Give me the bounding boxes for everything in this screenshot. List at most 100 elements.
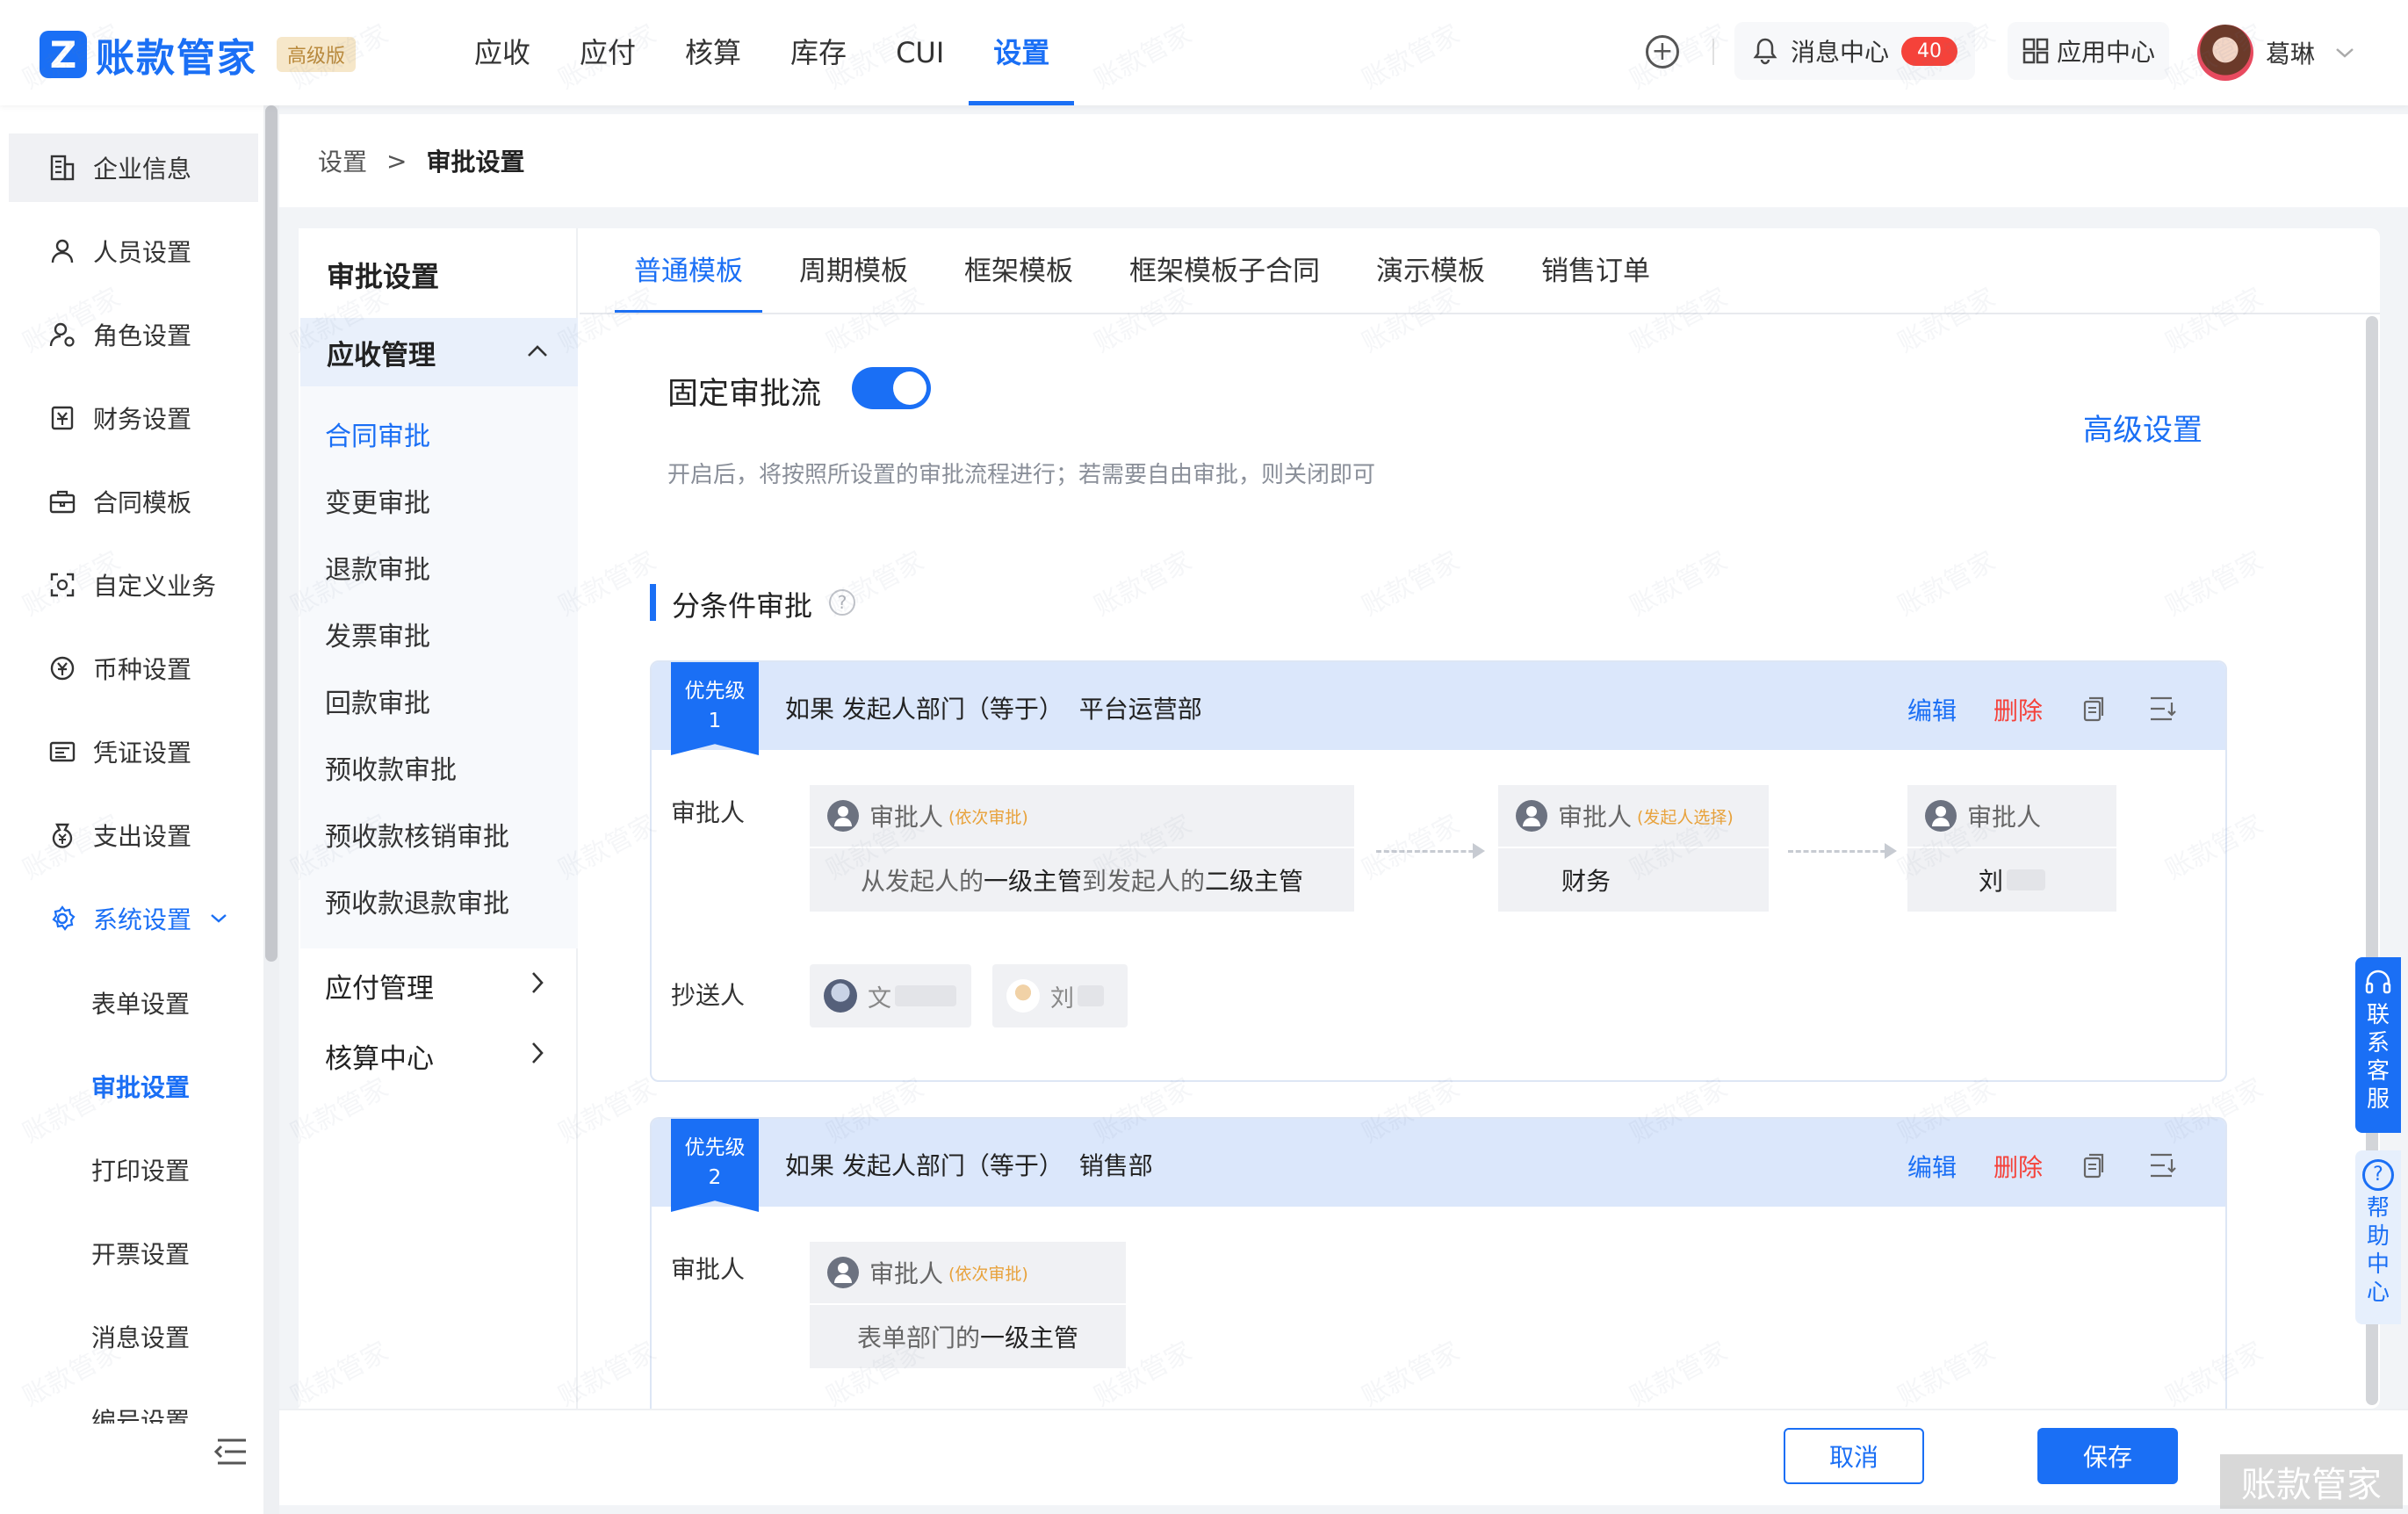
priority-badge: 优先级 1 [671,662,759,755]
topnav-inventory[interactable]: 库存 [766,0,871,105]
approver-node[interactable]: 审批人 (依次审批) 表单部门的 一级主管 [810,1242,1126,1368]
sidebar-item-system-settings[interactable]: 系统设置 [9,884,258,953]
tab-framework-sub-contract[interactable]: 框架模板子合同 [1110,228,1339,314]
priority-badge: 优先级 2 [671,1119,759,1212]
message-center-button[interactable]: 消息中心 40 [1734,22,1976,80]
edit-rule-button[interactable]: 编辑 [1907,1149,1957,1184]
redacted-name [895,985,956,1006]
currency-icon [47,653,77,683]
toggle-knob [893,371,926,405]
priority-label: 优先级 [684,680,746,703]
nav-link-contract-approval[interactable]: 合同审批 [325,415,430,453]
delete-rule-button[interactable]: 删除 [1993,692,2043,727]
nav-link-refund-approval[interactable]: 退款审批 [325,548,430,587]
approver-node[interactable]: 审批人 (发起人选择) 财务 [1498,785,1769,912]
collapse-sidebar-icon[interactable] [213,1437,248,1467]
fixed-flow-toggle[interactable] [852,367,931,409]
topnav-payable[interactable]: 应付 [555,0,660,105]
sidebar-sub-form[interactable]: 表单设置 [91,985,190,1020]
copy-icon[interactable] [2083,696,2106,722]
sidebar-sub-print[interactable]: 打印设置 [91,1152,190,1187]
approver-node[interactable]: 审批人 刘 [1907,785,2116,912]
topnav-cui[interactable]: CUI [871,0,969,105]
app-center-button[interactable]: 应用中心 [2008,22,2170,80]
contact-support-button[interactable]: 联 系 客 服 [2355,957,2401,1133]
chevron-right-icon[interactable] [525,1040,550,1066]
nav-link-invoice-approval[interactable]: 发票审批 [325,615,430,653]
brand-logo[interactable]: Z 账款管家 高级版 [40,26,357,83]
sort-icon[interactable] [2148,696,2176,722]
sidebar-item-expense[interactable]: 支出设置 [9,801,258,869]
tab-framework-template[interactable]: 框架模板 [945,228,1092,314]
sidebar-scrollbar[interactable] [265,105,278,962]
node-strong: 财务 [1561,867,1611,896]
delete-rule-button[interactable]: 删除 [1993,1149,2043,1184]
add-icon[interactable]: + [1646,35,1679,68]
nav-group-receivable[interactable]: 应收管理 [300,318,578,386]
sidebar-item-company[interactable]: 企业信息 [9,133,258,202]
sidebar-sub-numbering[interactable]: 编号设置 [91,1402,190,1424]
topnav-receivable[interactable]: 应收 [450,0,555,105]
sidebar-item-contract-template[interactable]: 合同模板 [9,467,258,536]
node-strong: 一级主管 [980,1323,1079,1352]
node-title: 审批人 [1967,803,2042,832]
nav-link-prepayment-approval[interactable]: 预收款审批 [325,748,457,787]
group-icon [1925,800,1957,832]
node-header: 审批人 [1907,785,2116,848]
sidebar-item-voucher[interactable]: 凭证设置 [9,717,258,786]
nav-link-payment-approval[interactable]: 回款审批 [325,681,430,720]
breadcrumb-separator: > [386,146,407,176]
nav-group-accounting[interactable]: 核算中心 [325,1036,434,1076]
node-text: 到发起人的 [1082,867,1206,896]
tab-periodic-template[interactable]: 周期模板 [780,228,927,314]
breadcrumb-root[interactable]: 设置 [318,143,367,178]
sidebar-sub-invoice[interactable]: 开票设置 [91,1236,190,1271]
topnav-accounting[interactable]: 核算 [660,0,766,105]
rule-condition: 如果 发起人部门（等于） 平台运营部 [785,695,1202,724]
nav-group-body [300,386,578,948]
edit-rule-button[interactable]: 编辑 [1907,692,1957,727]
sidebar-sub-approval[interactable]: 审批设置 [91,1069,190,1104]
tab-sales-order[interactable]: 销售订单 [1522,228,1669,314]
sidebar-item-roles[interactable]: 角色设置 [9,300,258,369]
cancel-button[interactable]: 取消 [1784,1428,1924,1484]
help-center-button[interactable]: ? 帮 助 中 心 [2355,1150,2401,1324]
tab-demo-template[interactable]: 演示模板 [1357,228,1504,314]
tab-normal-template[interactable]: 普通模板 [615,228,762,314]
bell-icon [1753,38,1777,65]
save-button[interactable]: 保存 [2037,1428,2178,1484]
expense-icon [47,820,77,850]
node-strong: 刘 [1978,867,2003,896]
cc-person-chip[interactable]: 刘 [992,964,1128,1027]
advanced-settings-link[interactable]: 高级设置 [2083,406,2203,449]
node-text: 表单部门的 [856,1323,980,1352]
topnav-settings[interactable]: 设置 [969,0,1075,105]
sidebar-sub-message[interactable]: 消息设置 [91,1319,190,1354]
chevron-right-icon[interactable] [525,970,550,996]
sidebar-item-finance[interactable]: 财务设置 [9,384,258,452]
sort-icon[interactable] [2148,1152,2176,1179]
node-title: 审批人 [869,1259,944,1288]
cc-person-chip[interactable]: 文 [810,964,971,1027]
node-strong: 二级主管 [1205,867,1304,896]
help-char: 助 [2366,1223,2390,1250]
sidebar-item-custom-business[interactable]: 自定义业务 [9,551,258,619]
copy-icon[interactable] [2083,1152,2106,1179]
logo-mark-icon: Z [40,31,87,78]
priority-number: 1 [708,710,722,732]
help-icon[interactable]: ? [829,589,855,616]
user-menu[interactable]: 葛琳 [2197,25,2355,81]
sidebar-item-label: 系统设置 [93,905,192,934]
priority-label: 优先级 [684,1136,746,1159]
node-header: 审批人 (依次审批) [810,785,1354,848]
nav-link-prepayment-refund-approval[interactable]: 预收款退款审批 [325,882,509,920]
nav-link-prepayment-writeoff-approval[interactable]: 预收款核销审批 [325,815,509,854]
approver-node[interactable]: 审批人 (依次审批) 从发起人的 一级主管 到发起人的 二级主管 [810,785,1354,912]
nav-group-payable[interactable]: 应付管理 [325,966,434,1006]
nav-link-change-approval[interactable]: 变更审批 [325,481,430,520]
fixed-flow-label: 固定审批流 [667,377,822,412]
sidebar-item-label: 自定义业务 [93,572,217,601]
nav-group-label: 应收管理 [327,339,436,371]
sidebar-item-currency[interactable]: 币种设置 [9,634,258,703]
sidebar-item-staff[interactable]: 人员设置 [9,217,258,285]
